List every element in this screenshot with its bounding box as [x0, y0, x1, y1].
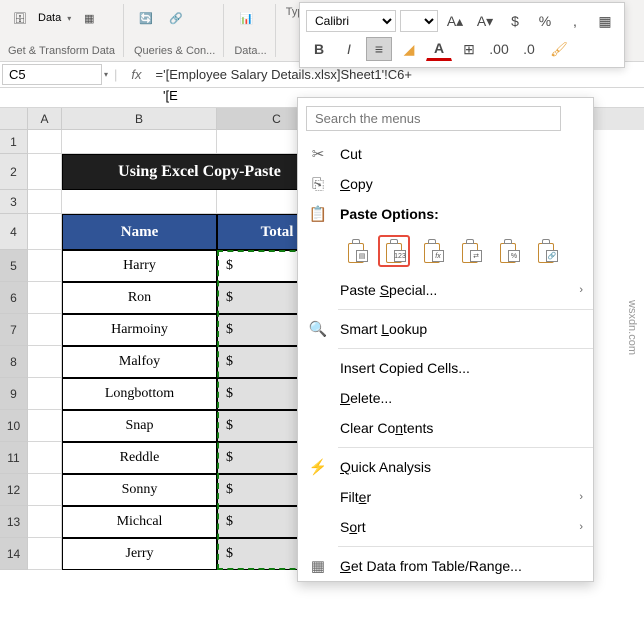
align-center-button[interactable]: ≡: [366, 37, 392, 61]
row-header[interactable]: 7: [0, 314, 28, 346]
name-cell[interactable]: Snap: [62, 410, 217, 442]
ctx-paste-special[interactable]: Paste Special... ›: [298, 275, 593, 305]
increase-decimal-icon[interactable]: .00: [486, 37, 512, 61]
bold-button[interactable]: B: [306, 37, 332, 61]
borders-button[interactable]: ⊞: [456, 37, 482, 61]
paste-formatting-button[interactable]: %: [492, 235, 524, 267]
row-header[interactable]: 14: [0, 538, 28, 570]
paste-formulas-button[interactable]: fx: [416, 235, 448, 267]
connections-icon[interactable]: 🔗: [164, 6, 188, 30]
select-all-corner[interactable]: [0, 108, 28, 130]
format-painter-icon[interactable]: 🖌: [546, 37, 572, 61]
col-header-a[interactable]: A: [28, 108, 62, 130]
ctx-insert-copied[interactable]: Insert Copied Cells...: [298, 353, 593, 383]
decrease-decimal-icon[interactable]: .0: [516, 37, 542, 61]
group-label: Queries & Con...: [134, 45, 215, 57]
from-table-icon[interactable]: ▦: [77, 6, 101, 30]
row-header[interactable]: 3: [0, 190, 28, 214]
chevron-right-icon: ›: [579, 521, 583, 533]
ctx-get-data-table[interactable]: ▦ Get Data from Table/Range...: [298, 551, 593, 581]
font-select[interactable]: Calibri: [306, 10, 396, 32]
fx-icon[interactable]: fx: [123, 67, 149, 82]
mini-toolbar: Calibri 11 A▴ A▾ $ % , ▦ B I ≡ ◢ A ⊞ .00…: [299, 2, 625, 68]
chevron-right-icon: ›: [579, 491, 583, 503]
fill-color-button[interactable]: ◢: [396, 37, 422, 61]
data-dropdown[interactable]: Data: [38, 12, 61, 24]
ctx-delete[interactable]: Delete...: [298, 383, 593, 413]
font-size-select[interactable]: 11: [400, 10, 438, 32]
search-icon: 🔍: [306, 319, 330, 339]
ctx-paste-heading: 📋 Paste Options:: [298, 199, 593, 229]
name-cell[interactable]: Ron: [62, 282, 217, 314]
row-header[interactable]: 4: [0, 214, 28, 250]
group-label: Get & Transform Data: [8, 45, 115, 57]
row-header[interactable]: 6: [0, 282, 28, 314]
row-header[interactable]: 12: [0, 474, 28, 506]
ribbon-group-data: 📊 Data...: [232, 4, 275, 57]
row-header[interactable]: 11: [0, 442, 28, 474]
row-header[interactable]: 9: [0, 378, 28, 410]
context-menu: ✂ Cut ⎘ Copy 📋 Paste Options: ▤ 123 fx ⇄…: [297, 97, 594, 582]
font-color-button[interactable]: A: [426, 37, 452, 61]
row-header[interactable]: 2: [0, 154, 28, 190]
ribbon-group-get-transform: 🗄 Data ▾ ▦ Get & Transform Data: [6, 4, 124, 57]
copy-icon: ⎘: [306, 174, 330, 194]
row-header[interactable]: 1: [0, 130, 28, 154]
ribbon-group-queries: 🔄 🔗 Queries & Con...: [132, 4, 224, 57]
name-cell[interactable]: Michcal: [62, 506, 217, 538]
ctx-smart-lookup[interactable]: 🔍 Smart Lookup: [298, 314, 593, 344]
ctx-sort[interactable]: Sort ›: [298, 512, 593, 542]
chevron-right-icon: ›: [579, 284, 583, 296]
quick-analysis-icon: ⚡: [306, 457, 330, 477]
increase-font-icon[interactable]: A▴: [442, 9, 468, 33]
paste-all-button[interactable]: ▤: [340, 235, 372, 267]
paste-options-row: ▤ 123 fx ⇄ % 🔗: [298, 229, 593, 275]
row-headers: 1 2 3 4 5 6 7 8 9 10 11 12 13 14: [0, 130, 28, 570]
ctx-quick-analysis[interactable]: ⚡ Quick Analysis: [298, 452, 593, 482]
context-search-input[interactable]: [306, 106, 561, 131]
name-cell[interactable]: Sonny: [62, 474, 217, 506]
data-icon[interactable]: 🗄: [8, 6, 32, 30]
percent-icon[interactable]: %: [532, 9, 558, 33]
header-name[interactable]: Name: [62, 214, 217, 250]
col-header-b[interactable]: B: [62, 108, 217, 130]
name-cell[interactable]: Longbottom: [62, 378, 217, 410]
title-cell[interactable]: Using Excel Copy-Paste: [62, 154, 337, 190]
cut-icon: ✂: [306, 144, 330, 164]
name-box[interactable]: [2, 64, 102, 85]
ctx-copy[interactable]: ⎘ Copy: [298, 169, 593, 199]
row-header[interactable]: 8: [0, 346, 28, 378]
conditional-format-icon[interactable]: ▦: [592, 9, 618, 33]
comma-icon[interactable]: ,: [562, 9, 588, 33]
ctx-filter[interactable]: Filter ›: [298, 482, 593, 512]
row-header[interactable]: 13: [0, 506, 28, 538]
group-label: Data...: [234, 45, 266, 57]
table-icon: ▦: [306, 556, 330, 576]
name-cell[interactable]: Reddle: [62, 442, 217, 474]
chevron-down-icon: ▾: [67, 14, 71, 23]
stocks-icon[interactable]: 📊: [234, 6, 258, 30]
currency-icon[interactable]: $: [502, 9, 528, 33]
formula-bar-line2: '[E: [157, 88, 178, 107]
watermark: wsxdn.com: [626, 300, 638, 355]
ctx-clear-contents[interactable]: Clear Contents: [298, 413, 593, 443]
clipboard-icon: 📋: [306, 204, 330, 224]
paste-transpose-button[interactable]: ⇄: [454, 235, 486, 267]
refresh-icon[interactable]: 🔄: [134, 6, 158, 30]
name-cell[interactable]: Malfoy: [62, 346, 217, 378]
row-header[interactable]: 10: [0, 410, 28, 442]
paste-values-button[interactable]: 123: [378, 235, 410, 267]
name-cell[interactable]: Harry: [62, 250, 217, 282]
italic-button[interactable]: I: [336, 37, 362, 61]
grid[interactable]: Using Excel Copy-Paste NameTotal Harry$ …: [28, 130, 337, 570]
paste-link-button[interactable]: 🔗: [530, 235, 562, 267]
ctx-cut[interactable]: ✂ Cut: [298, 139, 593, 169]
name-cell[interactable]: Jerry: [62, 538, 217, 570]
row-header[interactable]: 5: [0, 250, 28, 282]
decrease-font-icon[interactable]: A▾: [472, 9, 498, 33]
name-cell[interactable]: Harmoiny: [62, 314, 217, 346]
